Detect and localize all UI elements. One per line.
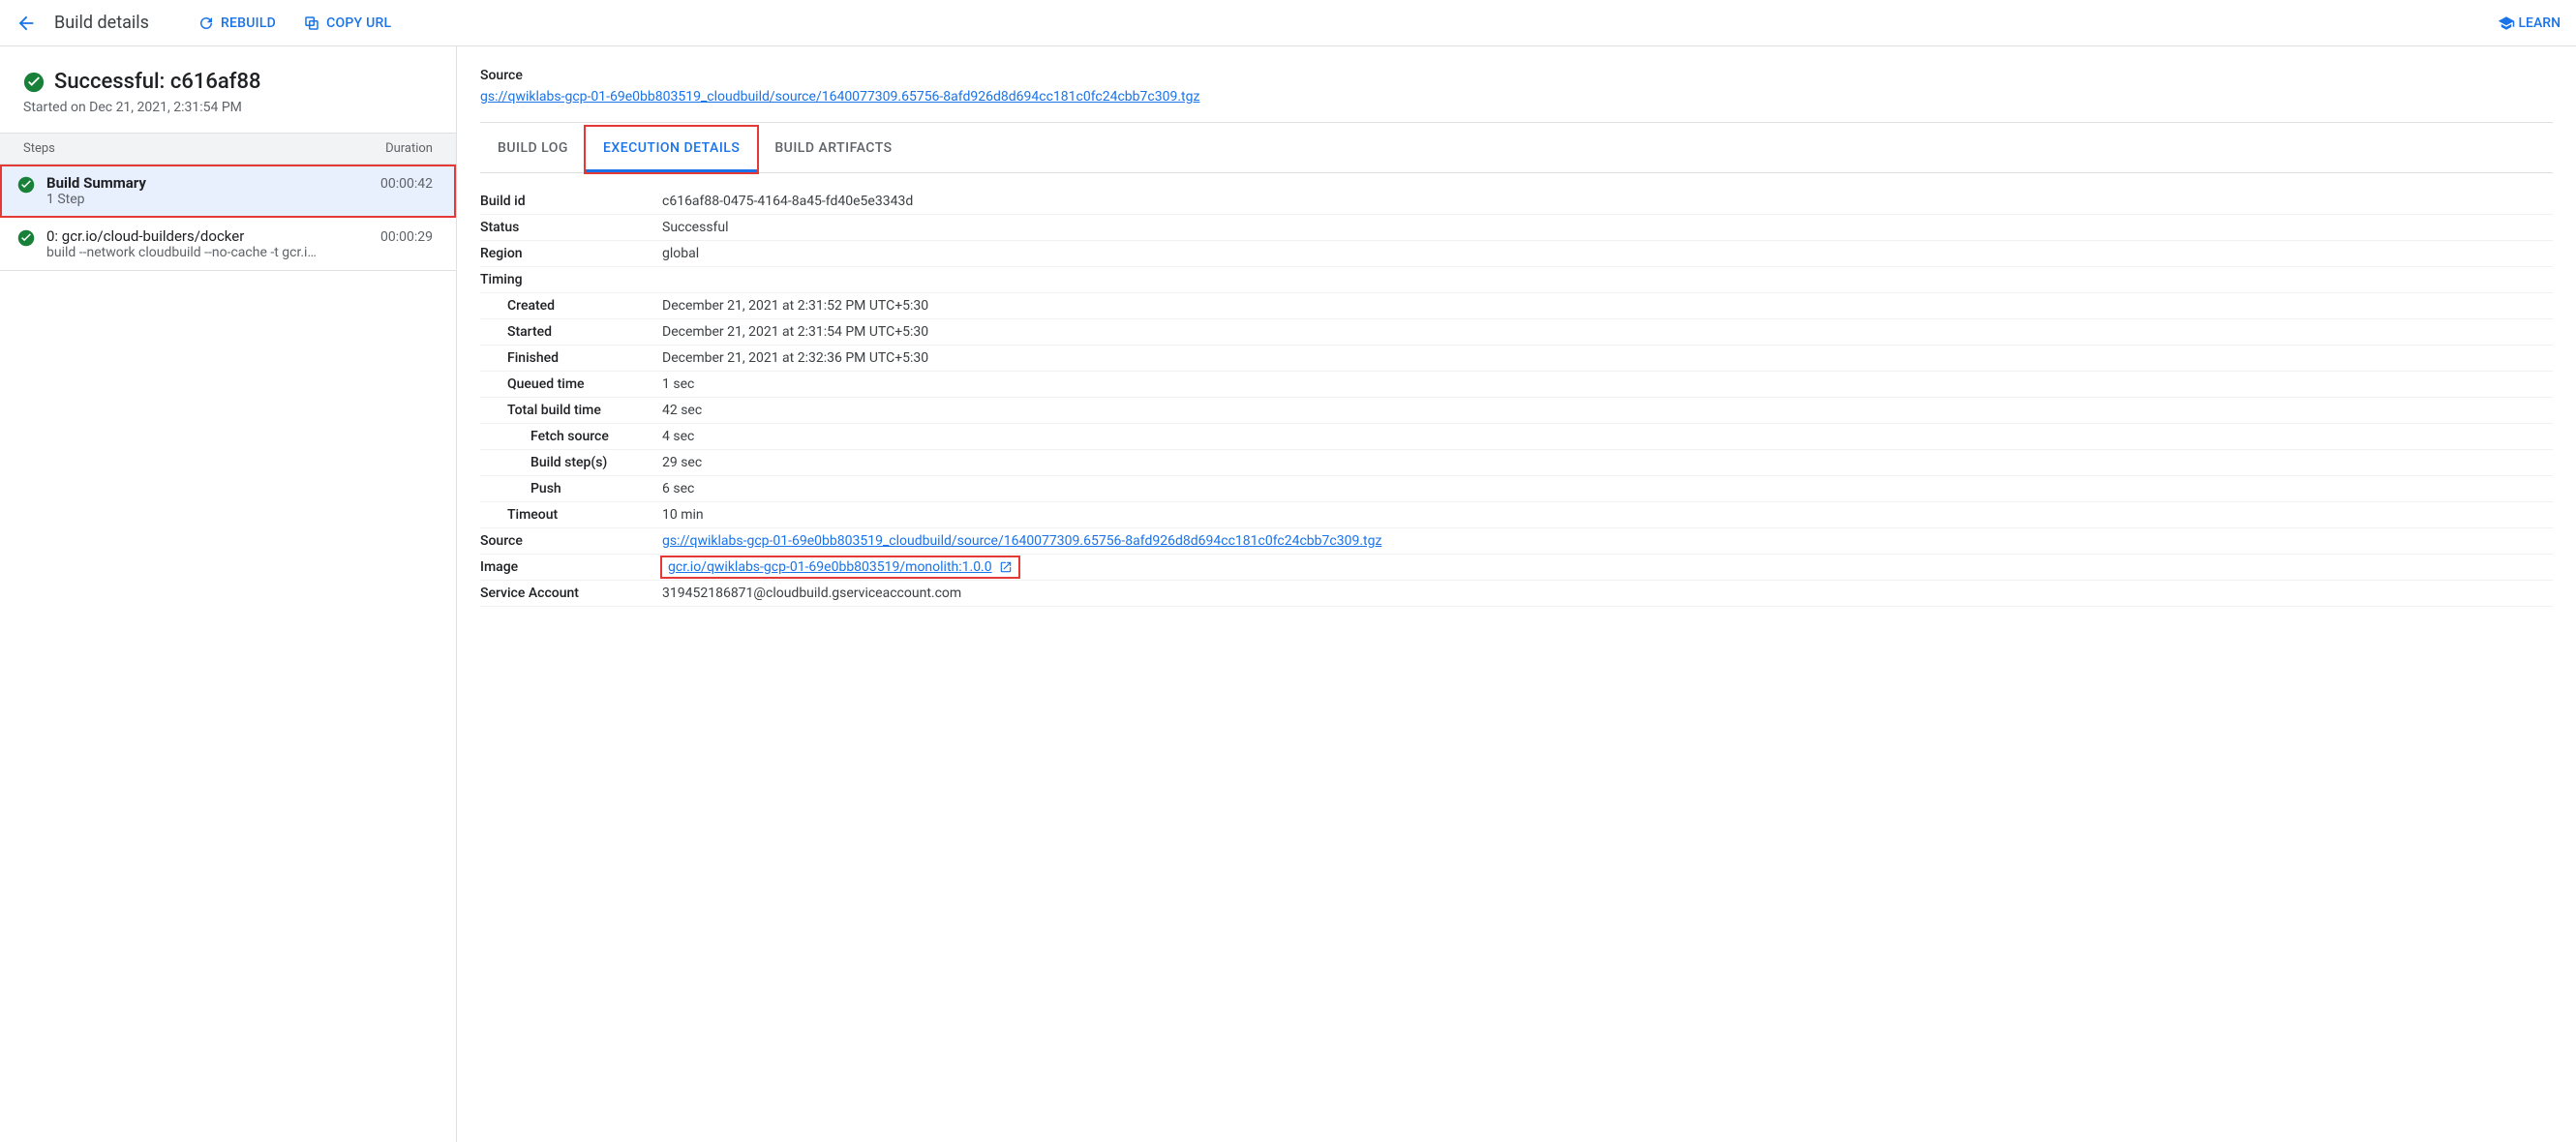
value-service-account: 319452186871@cloudbuild.gserviceaccount.… bbox=[662, 586, 2553, 601]
topbar: Build details REBUILD COPY URL LEARN bbox=[0, 0, 2576, 46]
label-source: Source bbox=[480, 533, 662, 549]
value-source-link[interactable]: gs://qwiklabs-gcp-01-69e0bb803519_cloudb… bbox=[662, 533, 1381, 549]
copy-icon bbox=[303, 15, 320, 32]
details-table: Build idc616af88-0475-4164-8a45-fd40e5e3… bbox=[480, 189, 2553, 607]
value-finished: December 21, 2021 at 2:32:36 PM UTC+5:30 bbox=[662, 350, 2553, 366]
label-region: Region bbox=[480, 246, 662, 261]
tab-build-log[interactable]: BUILD LOG bbox=[480, 127, 586, 172]
refresh-icon bbox=[197, 15, 215, 32]
step-subtitle: 1 Step bbox=[46, 192, 373, 207]
value-fetch: 4 sec bbox=[662, 429, 2553, 444]
steps-col-label: Steps bbox=[23, 141, 55, 156]
label-timing: Timing bbox=[480, 272, 662, 287]
content: Successful: c616af88 Started on Dec 21, … bbox=[0, 46, 2576, 1142]
label-buildsteps: Build step(s) bbox=[480, 455, 662, 470]
open-external-icon[interactable] bbox=[999, 560, 1013, 574]
value-buildsteps: 29 sec bbox=[662, 455, 2553, 470]
label-created: Created bbox=[480, 298, 662, 314]
source-link[interactable]: gs://qwiklabs-gcp-01-69e0bb803519_cloudb… bbox=[480, 89, 1199, 105]
back-button[interactable] bbox=[15, 13, 37, 34]
value-push: 6 sec bbox=[662, 481, 2553, 496]
step-subtitle: build --network cloudbuild --no-cache -t… bbox=[46, 245, 373, 260]
steps-header: Steps Duration bbox=[0, 133, 456, 165]
build-status-title: Successful: c616af88 bbox=[54, 70, 260, 94]
learn-icon bbox=[2498, 15, 2515, 32]
tab-execution-details[interactable]: EXECUTION DETAILS bbox=[586, 127, 757, 172]
label-timeout: Timeout bbox=[480, 507, 662, 523]
learn-label: LEARN bbox=[2519, 15, 2561, 31]
source-label: Source bbox=[480, 68, 2553, 83]
left-column: Successful: c616af88 Started on Dec 21, … bbox=[0, 46, 457, 1142]
value-queued: 1 sec bbox=[662, 376, 2553, 392]
started-on: Started on Dec 21, 2021, 2:31:54 PM bbox=[23, 100, 433, 115]
build-header: Successful: c616af88 Started on Dec 21, … bbox=[0, 46, 456, 133]
value-image-link[interactable]: gcr.io/qwiklabs-gcp-01-69e0bb803519/mono… bbox=[668, 559, 992, 575]
page-title: Build details bbox=[54, 13, 149, 33]
tabs: BUILD LOG EXECUTION DETAILS BUILD ARTIFA… bbox=[480, 127, 2553, 173]
step-row[interactable]: 0: gcr.io/cloud-builders/docker build --… bbox=[0, 218, 456, 271]
copy-url-label: COPY URL bbox=[326, 15, 391, 31]
label-image: Image bbox=[480, 559, 662, 575]
rebuild-label: REBUILD bbox=[221, 15, 276, 31]
value-timeout: 10 min bbox=[662, 507, 2553, 523]
rebuild-button[interactable]: REBUILD bbox=[197, 15, 276, 32]
label-status: Status bbox=[480, 220, 662, 235]
step-title: 0: gcr.io/cloud-builders/docker bbox=[46, 227, 373, 245]
copy-url-button[interactable]: COPY URL bbox=[303, 15, 391, 32]
label-total: Total build time bbox=[480, 403, 662, 418]
right-column: Source gs://qwiklabs-gcp-01-69e0bb803519… bbox=[457, 46, 2576, 1142]
value-status: Successful bbox=[662, 220, 2553, 235]
label-service-account: Service Account bbox=[480, 586, 662, 601]
label-push: Push bbox=[480, 481, 662, 496]
label-fetch: Fetch source bbox=[480, 429, 662, 444]
step-duration: 00:00:29 bbox=[380, 229, 433, 245]
value-started: December 21, 2021 at 2:31:54 PM UTC+5:30 bbox=[662, 324, 2553, 340]
tab-build-artifacts[interactable]: BUILD ARTIFACTS bbox=[757, 127, 909, 172]
source-section: Source gs://qwiklabs-gcp-01-69e0bb803519… bbox=[480, 46, 2553, 123]
step-row[interactable]: Build Summary 1 Step 00:00:42 bbox=[0, 165, 456, 218]
label-build-id: Build id bbox=[480, 194, 662, 209]
step-duration: 00:00:42 bbox=[380, 176, 433, 192]
step-title: Build Summary bbox=[46, 174, 373, 192]
learn-button[interactable]: LEARN bbox=[2498, 15, 2561, 32]
success-icon bbox=[23, 72, 45, 93]
value-build-id: c616af88-0475-4164-8a45-fd40e5e3343d bbox=[662, 194, 2553, 209]
label-started: Started bbox=[480, 324, 662, 340]
value-region: global bbox=[662, 246, 2553, 261]
label-queued: Queued time bbox=[480, 376, 662, 392]
image-highlight: gcr.io/qwiklabs-gcp-01-69e0bb803519/mono… bbox=[662, 557, 1018, 577]
value-created: December 21, 2021 at 2:31:52 PM UTC+5:30 bbox=[662, 298, 2553, 314]
success-icon bbox=[17, 229, 35, 247]
success-icon bbox=[17, 176, 35, 194]
steps-list: Build Summary 1 Step 00:00:42 0: gcr.io/… bbox=[0, 165, 456, 271]
value-total: 42 sec bbox=[662, 403, 2553, 418]
duration-col-label: Duration bbox=[385, 141, 433, 156]
label-finished: Finished bbox=[480, 350, 662, 366]
